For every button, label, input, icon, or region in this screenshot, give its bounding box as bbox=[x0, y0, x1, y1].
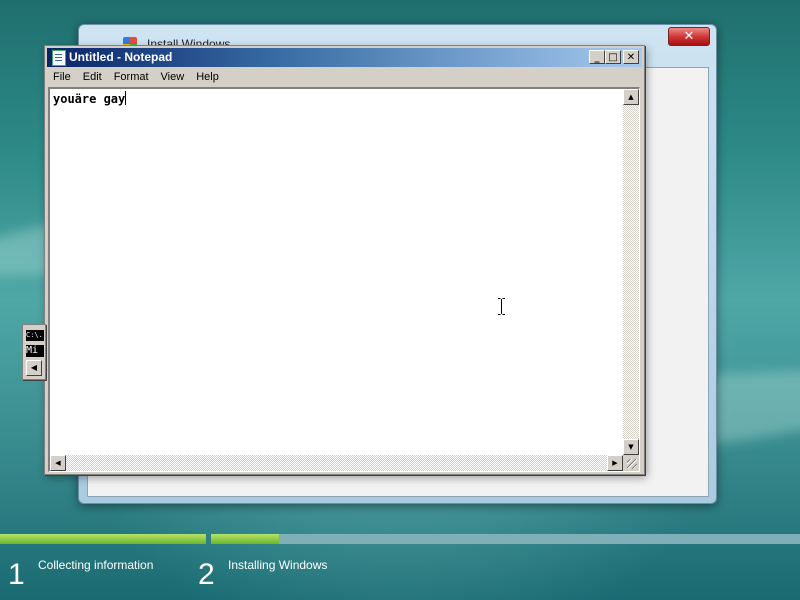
step-2-number: 2 bbox=[198, 558, 215, 591]
notepad-content: youäre gay bbox=[53, 92, 126, 106]
scroll-left-arrow-icon[interactable]: ◀ bbox=[26, 360, 42, 376]
install-window-close-button[interactable]: ✕ bbox=[668, 27, 710, 46]
ibeam-cursor-icon bbox=[498, 298, 505, 315]
scroll-right-arrow-icon[interactable]: ▶ bbox=[607, 455, 623, 471]
step-2-progress-fill bbox=[211, 534, 279, 544]
vertical-scrollbar[interactable]: ▲ ▼ bbox=[623, 89, 639, 455]
minimize-button[interactable]: _ bbox=[589, 50, 605, 64]
notepad-menubar: File Edit Format View Help bbox=[47, 68, 642, 87]
menu-format[interactable]: Format bbox=[108, 68, 155, 83]
step-2-label: Installing Windows bbox=[228, 558, 328, 572]
step-1-label: Collecting information bbox=[38, 558, 154, 572]
step-1-number: 1 bbox=[8, 558, 25, 591]
menu-file[interactable]: File bbox=[47, 68, 77, 83]
menu-edit[interactable]: Edit bbox=[77, 68, 108, 83]
horizontal-scrollbar[interactable]: ◀ ▶ bbox=[50, 455, 623, 471]
step-1-progress-bar bbox=[0, 534, 206, 544]
notepad-icon[interactable] bbox=[52, 50, 66, 66]
scroll-left-arrow-icon[interactable]: ◀ bbox=[50, 455, 66, 471]
command-prompt-fragment[interactable]: C:\. Mi ◀ bbox=[22, 324, 46, 380]
size-grip-icon[interactable] bbox=[623, 455, 639, 471]
notepad-window[interactable]: Untitled - Notepad _ □ ✕ File Edit Format V… bbox=[44, 45, 645, 475]
text-caret bbox=[125, 91, 127, 105]
cmd-text: Mi bbox=[26, 345, 44, 357]
notepad-text-area[interactable]: youäre gay ▲ ▼ ◀ ▶ bbox=[48, 87, 640, 472]
cmd-icon: C:\. bbox=[26, 330, 44, 341]
menu-view[interactable]: View bbox=[155, 68, 191, 83]
scroll-down-arrow-icon[interactable]: ▼ bbox=[623, 439, 639, 455]
notepad-title: Untitled - Notepad bbox=[69, 50, 173, 64]
notepad-titlebar[interactable]: Untitled - Notepad _ □ ✕ bbox=[47, 48, 642, 67]
step-2-progress-bar bbox=[211, 534, 800, 544]
scroll-up-arrow-icon[interactable]: ▲ bbox=[623, 89, 639, 105]
menu-help[interactable]: Help bbox=[190, 68, 225, 83]
maximize-button[interactable]: □ bbox=[605, 50, 621, 64]
close-button[interactable]: ✕ bbox=[623, 50, 639, 64]
step-1-progress-fill bbox=[0, 534, 206, 544]
